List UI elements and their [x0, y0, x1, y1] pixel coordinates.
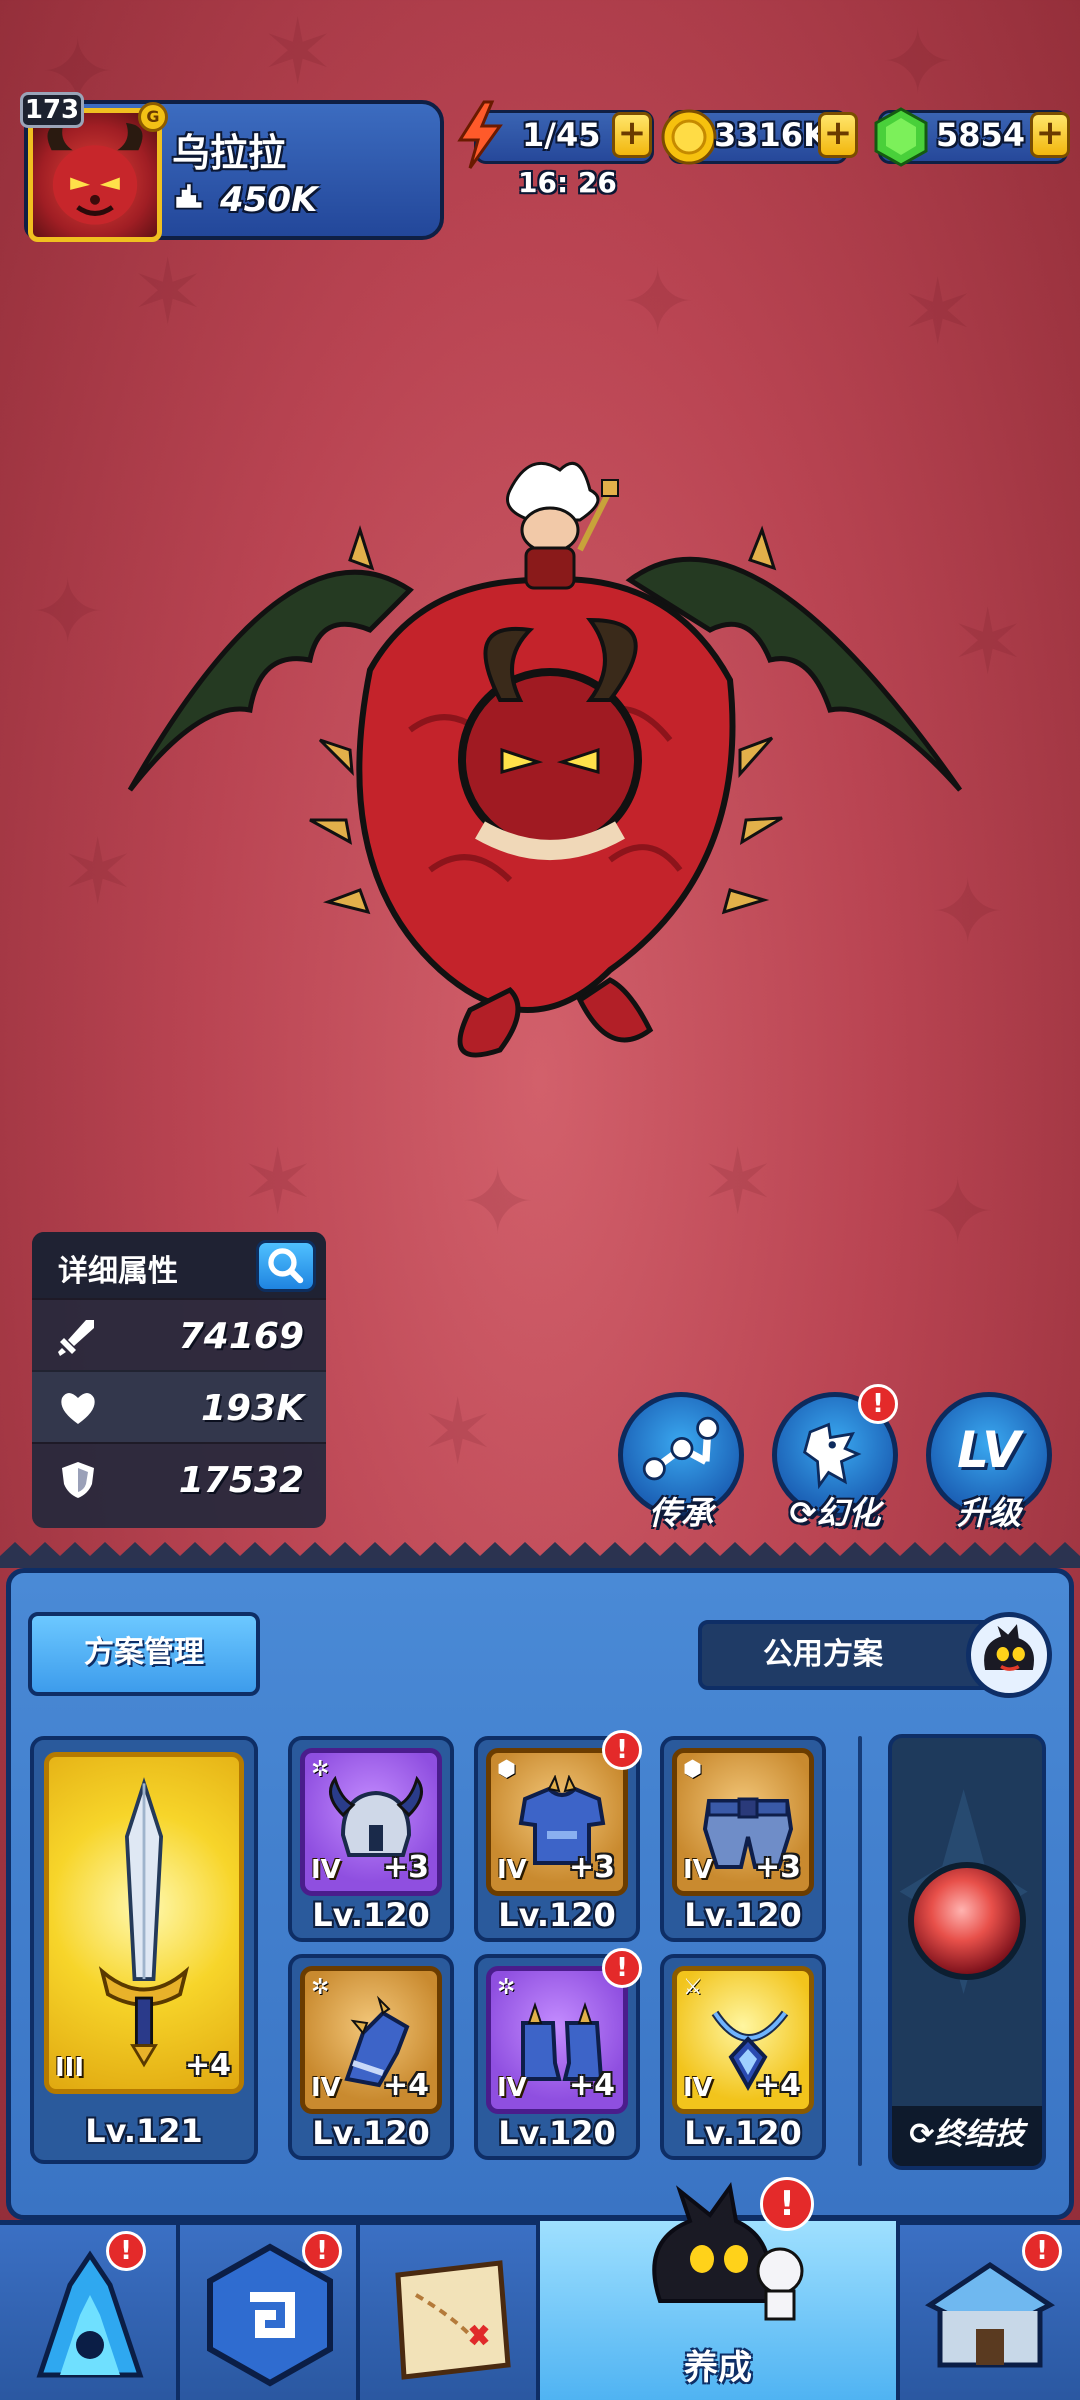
player-avatar[interactable] [28, 108, 162, 242]
develop-alert-badge: ! [760, 2177, 814, 2231]
attack-value: 74169 [178, 1316, 304, 1357]
stamina-value: 1/45 [522, 116, 601, 154]
sword-icon [58, 1320, 94, 1356]
public-plan-avatar[interactable] [966, 1612, 1052, 1698]
item-tier: IV [683, 1855, 713, 1885]
transform-label: ⟳幻化 [789, 1494, 881, 1532]
item-tier: IV [683, 2073, 713, 2103]
equip-slot-armor[interactable]: ⬢ IV +3 ! Lv.120 [474, 1730, 642, 1942]
item-tier: IV [497, 1855, 527, 1885]
equip-slot-gloves[interactable]: ✲ IV +4 Lv.120 [288, 1954, 454, 2160]
ultimate-orb-icon [908, 1862, 1026, 1980]
defense-stat-row: 17532 [32, 1442, 326, 1514]
weapon-level: Lv.121 [85, 2112, 203, 2150]
weapon-slot[interactable]: III +4 Lv.121 [30, 1736, 258, 2164]
upgrade-label: 升级 [956, 1494, 1021, 1532]
gem-icon [874, 107, 928, 167]
player-name: 乌拉拉 [172, 131, 287, 175]
cycle-icon: ⟳ [789, 1494, 817, 1532]
shadow-pet-icon [984, 1624, 1034, 1671]
hero-dragon-mount [127, 461, 963, 1058]
item-level: Lv.120 [312, 2114, 430, 2152]
vip-icon[interactable]: G [138, 102, 168, 132]
nav-tab-map[interactable] [360, 2225, 540, 2400]
item-level: Lv.120 [498, 2114, 616, 2152]
item-tier: IV [311, 1855, 341, 1885]
shop-alert-badge: ! [1022, 2231, 1062, 2271]
item-level: Lv.120 [498, 1896, 616, 1934]
player-level-badge: 173 [20, 92, 84, 128]
item-enhance: +4 [568, 2068, 615, 2103]
combat-power-icon [174, 182, 204, 210]
equip-slot-belt[interactable]: ⬢ IV +3 Lv.120 [660, 1736, 826, 1942]
lightning-icon [457, 100, 503, 169]
develop-tab-icon [652, 2181, 804, 2321]
item-enhance: +3 [754, 1850, 801, 1885]
health-stat-row: 193K [32, 1370, 326, 1442]
detailed-stats-panel: 详细属性 74169 193K 17532 [32, 1232, 326, 1528]
health-value: 193K [200, 1388, 304, 1429]
bottom-nav: ! ! ! 养成 ! [0, 2177, 1080, 2400]
rider-character [506, 461, 619, 590]
nav-tab-develop-label: 养成 [684, 2348, 752, 2388]
stats-header: 详细属性 [32, 1232, 326, 1298]
item-level: Lv.120 [312, 1896, 430, 1934]
gold-coin-icon [661, 109, 717, 165]
item-level: Lv.120 [684, 1896, 802, 1934]
gold-value: 3316K [714, 116, 828, 154]
inherit-label: 传承 [648, 1494, 713, 1532]
plan-manage-button[interactable]: 方案管理 [28, 1612, 260, 1696]
armor-alert-badge: ! [602, 1730, 642, 1770]
item-tier: IV [311, 2073, 341, 2103]
add-stamina-button[interactable]: + [612, 112, 652, 158]
guild-alert-badge: ! [302, 2231, 342, 2271]
inherit-button[interactable]: 传承 [618, 1392, 744, 1532]
weapon-enhance: +4 [184, 2048, 231, 2083]
magnifier-icon [268, 1248, 304, 1284]
nav-tab-guild[interactable]: ! [180, 2225, 360, 2400]
panel-zigzag-edge [0, 1542, 1080, 1568]
attack-stat-row: 74169 [32, 1298, 326, 1370]
gem-value: 5854 [936, 116, 1026, 154]
equip-slot-helmet[interactable]: ✲ IV +3 Lv.120 [288, 1736, 454, 1942]
player-power: 450K [220, 180, 318, 220]
treasure-map-icon [395, 2260, 511, 2380]
nav-tab-shop[interactable]: ! [900, 2225, 1080, 2400]
equip-slot-boots[interactable]: ✲ IV +4 ! Lv.120 [474, 1948, 642, 2160]
cycle-icon: ⟳ [909, 2117, 935, 2152]
boots-alert-badge: ! [602, 1948, 642, 1988]
item-enhance: +3 [568, 1850, 615, 1885]
item-level: Lv.120 [684, 2114, 802, 2152]
panel-divider [858, 1736, 862, 2166]
level-up-icon: LV [957, 1421, 1021, 1479]
transform-button[interactable]: ! ⟳幻化 [772, 1384, 898, 1532]
stats-title: 详细属性 [58, 1254, 178, 1289]
add-gold-button[interactable]: + [818, 112, 858, 158]
item-enhance: +3 [382, 1850, 429, 1885]
transform-alert-badge: ! [858, 1384, 898, 1424]
heart-icon [61, 1393, 95, 1424]
item-enhance: +4 [754, 2068, 801, 2103]
sword-icon [98, 1777, 190, 2068]
item-enhance: +4 [382, 2068, 429, 2103]
weapon-tier: III [55, 2053, 85, 2083]
nav-tab-crystal[interactable]: ! [0, 2225, 180, 2400]
add-gem-button[interactable]: + [1030, 112, 1070, 158]
demon-avatar-icon [47, 122, 143, 225]
public-plan-button[interactable]: 公用方案 [698, 1620, 1008, 1690]
nav-tab-develop[interactable]: ! 养成 [540, 2177, 900, 2400]
ultimate-skill-slot[interactable]: ⟳终结技 [888, 1734, 1046, 2170]
ultimate-skill-label: ⟳终结技 [892, 2106, 1042, 2166]
stats-search-button[interactable] [256, 1240, 316, 1292]
equip-slot-necklace[interactable]: ⚔ IV +4 Lv.120 [660, 1954, 826, 2160]
shield-icon [62, 1462, 94, 1498]
crystal-alert-badge: ! [106, 2231, 146, 2271]
crystal-tower-icon [36, 2250, 144, 2378]
defense-value: 17532 [178, 1460, 304, 1501]
item-tier: IV [497, 2073, 527, 2103]
upgrade-button[interactable]: LV 升级 [926, 1392, 1052, 1532]
stamina-timer: 16: 26 [518, 166, 617, 199]
